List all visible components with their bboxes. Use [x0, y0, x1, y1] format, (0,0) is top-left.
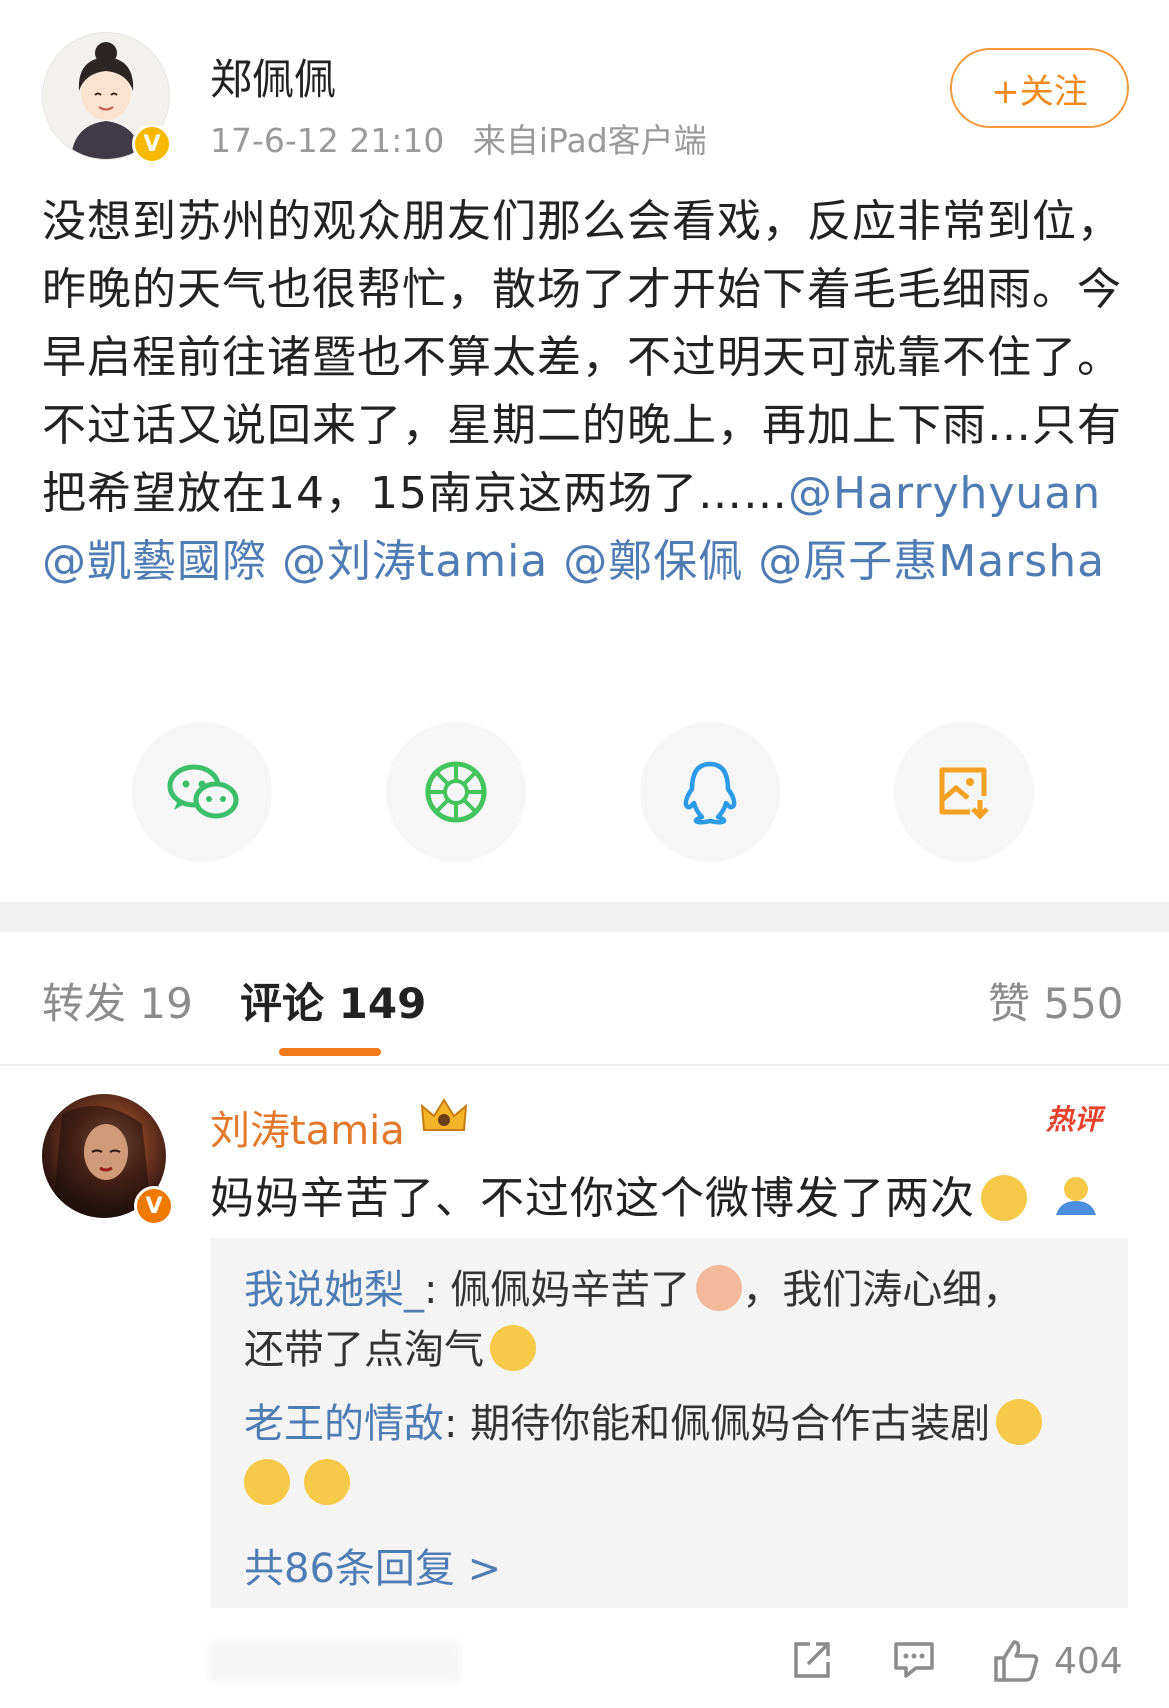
comment-icon [894, 1642, 934, 1678]
post-time: 17-6-12 21:10 [210, 121, 445, 160]
commenter-name[interactable]: 刘涛tamia [210, 1098, 405, 1156]
shy-face-icon [996, 1399, 1043, 1445]
qq-icon [683, 761, 737, 825]
share-moments-button[interactable] [386, 722, 526, 862]
save-image-button[interactable] [894, 722, 1034, 862]
tab-repost[interactable]: 转发 19 [42, 970, 193, 1031]
reply-text: : 期待你能和佩佩妈合作古装剧 [444, 1401, 991, 1447]
verified-badge-icon: V [134, 1186, 174, 1226]
mention-link[interactable]: @鄭保佩 [563, 536, 743, 587]
reply-text: : 佩佩妈辛苦了 [424, 1267, 691, 1313]
mention-link[interactable]: @凱藝國際 [42, 536, 267, 587]
post-meta: 17-6-12 21:10 来自iPad客户端 [210, 114, 707, 162]
author-name[interactable]: 郑佩佩 [210, 46, 336, 107]
tab-likes[interactable]: 赞 550 [988, 970, 1124, 1031]
blush-face-icon [696, 1265, 743, 1311]
mention-link[interactable]: @原子惠Marsha [758, 536, 1105, 587]
reply-text: 还带了点淘气 [244, 1327, 484, 1373]
mention-link[interactable]: @刘涛tamia [282, 536, 548, 587]
comment-body: 妈妈辛苦了、不过你这个微博发了两次 [210, 1173, 975, 1224]
reply-comment-button[interactable] [892, 1638, 936, 1691]
reply-author[interactable]: 老王的情敌 [244, 1401, 444, 1447]
verified-badge-icon: V [132, 124, 172, 164]
moments-icon [425, 761, 487, 823]
active-tab-indicator [279, 1048, 381, 1056]
comment-text: 妈妈辛苦了、不过你这个微博发了两次 [210, 1162, 1100, 1230]
tab-comments[interactable]: 评论 149 [240, 970, 426, 1031]
section-divider [0, 902, 1169, 932]
comment-time [210, 1642, 460, 1682]
hot-comment-badge: 热评 [1046, 1103, 1103, 1136]
share-icon [794, 1642, 830, 1678]
post-source: 来自iPad客户端 [472, 121, 707, 160]
shy-face-icon [244, 1459, 290, 1505]
thumbs-up-icon [994, 1640, 1039, 1682]
crown-badge-icon [418, 1096, 470, 1140]
like-comment-button[interactable]: 404 [992, 1638, 1123, 1684]
tab-divider [0, 1064, 1169, 1066]
more-replies-link[interactable]: 共86条回复 > [244, 1536, 501, 1594]
save-image-icon [939, 767, 989, 820]
post-body: 没想到苏州的观众朋友们那么会看戏，反应非常到位，昨晚的天气也很帮忙，散场了才开始… [42, 188, 1132, 596]
wechat-icon [167, 764, 239, 819]
share-comment-button[interactable] [790, 1638, 834, 1691]
follow-button[interactable]: +关注 [950, 48, 1129, 128]
reply-item[interactable]: 我说她梨_: 佩佩妈辛苦了 ，我们涛心细， 还带了点淘气 [244, 1260, 1104, 1380]
laughing-face-icon [490, 1325, 536, 1371]
shy-face-icon [304, 1459, 350, 1505]
share-qq-button[interactable] [640, 722, 780, 862]
reply-item[interactable]: 老王的情敌: 期待你能和佩佩妈合作古装剧 [244, 1394, 1104, 1514]
share-wechat-button[interactable] [132, 722, 272, 862]
thinking-face-icon [981, 1175, 1027, 1221]
mention-link[interactable]: @Harryhyuan [788, 468, 1101, 519]
like-count: 404 [1054, 1640, 1123, 1682]
reply-author[interactable]: 我说她梨_ [244, 1267, 424, 1313]
person-icon [1052, 1175, 1100, 1230]
reply-text: ，我们涛心细， [742, 1267, 1023, 1313]
